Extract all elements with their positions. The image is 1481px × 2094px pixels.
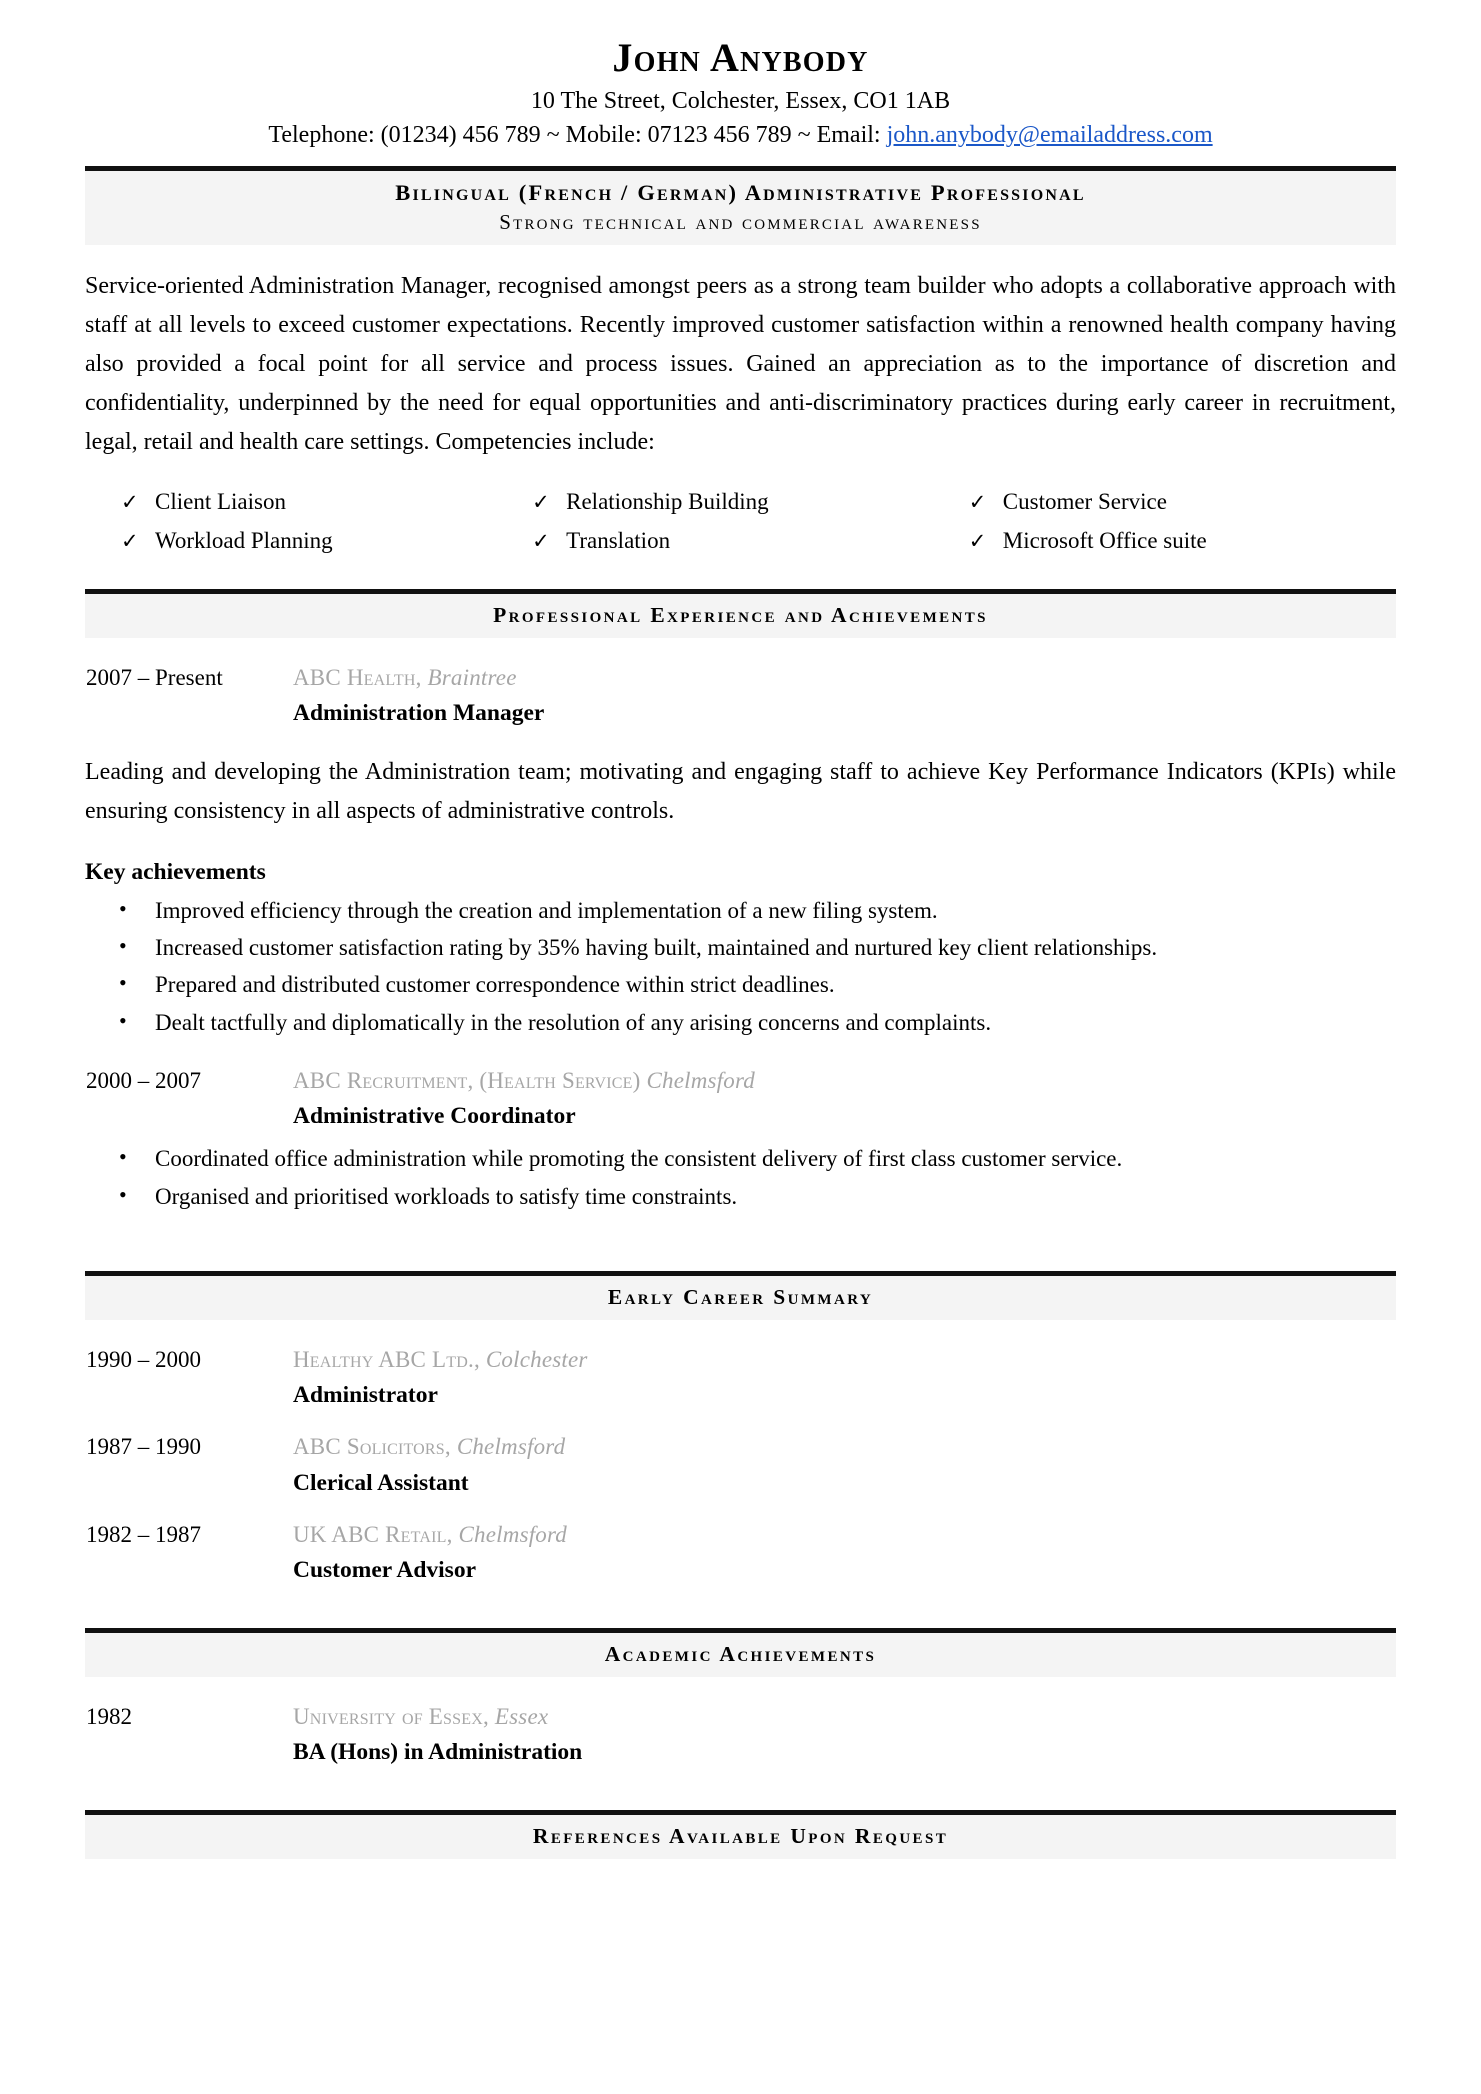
entry-company: ABC Health, Braintree xyxy=(293,663,1395,693)
check-icon: ✓ xyxy=(532,529,550,554)
check-icon: ✓ xyxy=(968,490,987,515)
entry-institution: University of Essex, Essex xyxy=(293,1702,1395,1732)
entry-company-location: Chelmsford xyxy=(458,1521,568,1547)
entry-company-location: Chelmsford xyxy=(646,1067,755,1093)
competency-row: ✓ Workload Planning ✓ Translation ✓ Microso… xyxy=(85,522,1396,561)
early-career-entry: 1990 – 2000 Healthy ABC Ltd., Colchester… xyxy=(85,1344,1396,1413)
entry-company-name: Healthy ABC Ltd., xyxy=(293,1346,480,1372)
key-achievements-list: Improved efficiency through the creation… xyxy=(85,891,1396,1041)
headline-subtitle: Strong technical and commercial awarenes… xyxy=(499,209,982,234)
check-icon: ✓ xyxy=(121,529,139,554)
entry-institution-name: University of Essex, xyxy=(293,1704,489,1730)
entry-company: ABC Solicitors, Chelmsford xyxy=(293,1432,1395,1462)
job-summary-paragraph: Leading and developing the Administratio… xyxy=(85,759,1396,824)
check-icon: ✓ xyxy=(121,490,139,515)
competency-label: Client Liaison xyxy=(155,489,286,515)
entry-company-name: ABC Health, xyxy=(293,664,422,690)
academic-banner: Academic Achievements xyxy=(85,1633,1396,1678)
entry-details: UK ABC Retail, Chelmsford Customer Advis… xyxy=(292,1519,1396,1588)
competency-label: Customer Service xyxy=(1002,489,1167,515)
candidate-address: 10 The Street, Colchester, Essex, CO1 1A… xyxy=(530,87,951,114)
experience-banner: Professional Experience and Achievements xyxy=(85,593,1396,638)
competency-row: ✓ Client Liaison ✓ Relationship Building ✓… xyxy=(85,483,1396,522)
entry-details: ABC Recruitment, (Health Service) Chelms… xyxy=(292,1065,1396,1134)
profile-paragraph: Service-oriented Administration Manager,… xyxy=(85,273,1396,455)
entry-dates: 2007 – Present xyxy=(86,664,223,690)
entry-details: University of Essex, Essex BA (Hons) in … xyxy=(292,1701,1396,1770)
competency-label: Workload Planning xyxy=(155,528,333,554)
list-item: Improved efficiency through the creation… xyxy=(119,891,1396,929)
entry-institution-location: Essex xyxy=(494,1704,549,1730)
headline-title: Bilingual (French / German) Administrati… xyxy=(395,179,1086,205)
entry-company-location: Braintree xyxy=(427,664,517,690)
list-item: Coordinated office administration while … xyxy=(119,1139,1396,1177)
candidate-contact-line: Telephone: (01234) 456 789 ~ Mobile: 071… xyxy=(85,119,1396,151)
list-item: Dealt tactfully and diplomatically in th… xyxy=(119,1003,1396,1041)
entry-company: Healthy ABC Ltd., Colchester xyxy=(293,1345,1395,1375)
entry-dates: 1982 – 1987 xyxy=(86,1521,201,1547)
early-career-entry: 1982 – 1987 UK ABC Retail, Chelmsford Cu… xyxy=(85,1519,1396,1588)
header-block: John Anybody 10 The Street, Colchester, … xyxy=(85,35,1396,152)
entry-company-name: ABC Recruitment, (Health Service) xyxy=(293,1067,641,1093)
competency-label: Relationship Building xyxy=(566,489,769,515)
entry-company: ABC Recruitment, (Health Service) Chelms… xyxy=(293,1066,1395,1096)
competency-item: ✓ Workload Planning xyxy=(85,522,520,561)
entry-job-title: Customer Advisor xyxy=(293,1556,476,1583)
references-banner: References Available Upon Request xyxy=(85,1815,1396,1860)
contact-phone-text: Telephone: (01234) 456 789 ~ Mobile: 071… xyxy=(268,122,887,149)
list-item: Organised and prioritised workloads to s… xyxy=(119,1177,1396,1215)
entry-job-title: Administration Manager xyxy=(293,700,545,727)
entry-dates: 1987 – 1990 xyxy=(86,1434,201,1460)
experience-entry: 2007 – Present ABC Health, Braintree Adm… xyxy=(85,662,1396,731)
competency-label: Microsoft Office suite xyxy=(1002,528,1207,554)
entry-details: ABC Health, Braintree Administration Man… xyxy=(292,662,1396,731)
entry-dates: 2000 – 2007 xyxy=(86,1067,201,1093)
list-item: Increased customer satisfaction rating b… xyxy=(119,928,1396,966)
academic-entry: 1982 University of Essex, Essex BA (Hons… xyxy=(85,1701,1396,1770)
list-item: Prepared and distributed customer corres… xyxy=(119,965,1396,1003)
job-duties-list: Coordinated office administration while … xyxy=(85,1139,1396,1215)
check-icon: ✓ xyxy=(532,490,550,515)
entry-company-location: Colchester xyxy=(485,1346,588,1372)
key-achievements-heading: Key achievements xyxy=(85,858,266,885)
resume-page: John Anybody 10 The Street, Colchester, … xyxy=(0,0,1481,2094)
entry-company-location: Chelmsford xyxy=(456,1434,566,1460)
competency-item: ✓ Microsoft Office suite xyxy=(957,522,1396,561)
check-icon: ✓ xyxy=(968,529,987,554)
competency-item: ✓ Client Liaison xyxy=(85,483,520,522)
experience-entry: 2000 – 2007 ABC Recruitment, (Health Ser… xyxy=(85,1065,1396,1134)
entry-job-title: Administrator xyxy=(293,1382,438,1409)
entry-job-title: Clerical Assistant xyxy=(293,1469,469,1496)
candidate-name: John Anybody xyxy=(612,35,869,80)
entry-company-name: UK ABC Retail, xyxy=(293,1521,453,1547)
competency-item: ✓ Translation xyxy=(520,522,957,561)
early-career-banner: Early Career Summary xyxy=(85,1275,1396,1320)
entry-qualification: BA (Hons) in Administration xyxy=(293,1739,583,1766)
headline-banner: Bilingual (French / German) Administrati… xyxy=(85,170,1396,245)
email-link[interactable]: john.anybody@emailaddress.com xyxy=(887,122,1213,148)
entry-details: Healthy ABC Ltd., Colchester Administrat… xyxy=(292,1344,1396,1413)
competencies-grid: ✓ Client Liaison ✓ Relationship Building ✓… xyxy=(85,483,1396,560)
competency-label: Translation xyxy=(566,528,671,554)
entry-job-title: Administrative Coordinator xyxy=(293,1103,576,1130)
entry-details: ABC Solicitors, Chelmsford Clerical Assi… xyxy=(292,1431,1396,1500)
competency-item: ✓ Relationship Building xyxy=(520,483,957,522)
early-career-entry: 1987 – 1990 ABC Solicitors, Chelmsford C… xyxy=(85,1431,1396,1500)
entry-company-name: ABC Solicitors, xyxy=(293,1434,451,1460)
competency-item: ✓ Customer Service xyxy=(957,483,1396,522)
entry-dates: 1982 xyxy=(86,1704,132,1730)
entry-company: UK ABC Retail, Chelmsford xyxy=(293,1520,1395,1550)
entry-dates: 1990 – 2000 xyxy=(86,1346,201,1372)
